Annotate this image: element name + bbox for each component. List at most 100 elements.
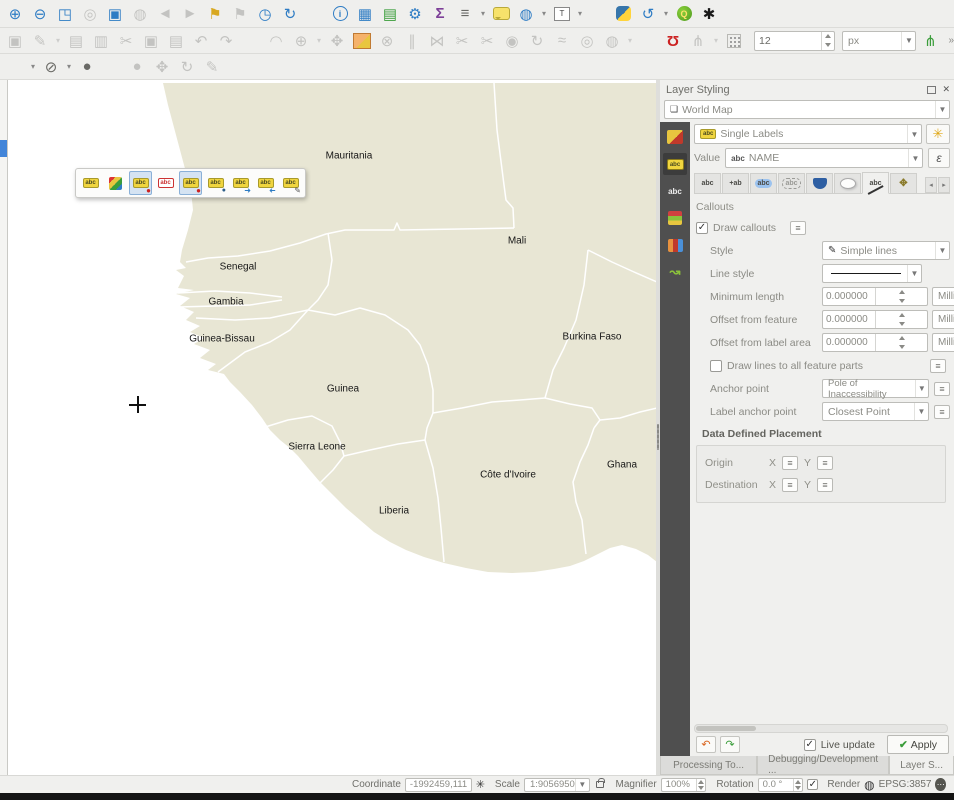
mouse-tracking-icon[interactable]: ✳ <box>476 778 485 791</box>
toggle-editing-icon[interactable]: ✎ <box>29 31 51 51</box>
tab-debugging-development[interactable]: Debugging/Development ... <box>757 756 889 775</box>
coordinate-input[interactable] <box>406 779 471 790</box>
zoom-next-icon[interactable]: ► <box>179 4 201 24</box>
draw-lines-checkbox[interactable] <box>710 360 722 372</box>
map-tips-icon[interactable] <box>490 4 512 24</box>
label-type-combo[interactable]: abc Single Labels ▼ <box>694 124 922 144</box>
tab-scroll-left-icon[interactable]: ◂ <box>925 177 937 193</box>
messages-icon[interactable]: ⋯ <box>935 778 946 791</box>
toolbar-overflow-icon[interactable]: » <box>948 35 954 46</box>
data-defined-override-icon[interactable] <box>782 456 798 470</box>
undock-icon[interactable] <box>927 86 936 94</box>
delete-selected-icon[interactable]: ▥ <box>90 31 112 51</box>
labeling-pin-icon[interactable]: ● <box>76 57 98 77</box>
text-annotation-icon[interactable] <box>551 4 573 24</box>
tab-layer-styling[interactable]: Layer S... <box>889 756 954 775</box>
digitize-curve-icon[interactable]: ◠ <box>265 31 287 51</box>
3d-view-tab-icon[interactable] <box>663 207 687 229</box>
labeling-none-icon[interactable]: ⊘ <box>40 57 62 77</box>
save-edits-icon[interactable]: ▣ <box>4 31 26 51</box>
crs-value[interactable]: EPSG:3857 <box>879 779 932 790</box>
paste-features-icon[interactable]: ▤ <box>165 31 187 51</box>
spin-arrows[interactable] <box>821 32 834 50</box>
data-defined-override-icon[interactable] <box>782 478 798 492</box>
tab-placement[interactable]: ✥ <box>890 173 917 193</box>
pin-diagram-button[interactable]: abc● <box>179 171 202 195</box>
coordinate-box[interactable] <box>405 778 472 792</box>
copy-features-icon[interactable]: ▣ <box>140 31 162 51</box>
data-defined-override-icon[interactable] <box>817 456 833 470</box>
geocode-icon[interactable]: ◍ <box>515 4 537 24</box>
close-icon[interactable]: ✕ <box>942 84 950 95</box>
crs-globe-icon[interactable]: ◍ <box>864 778 874 792</box>
label-anchor-combo[interactable]: Closest Point ▼ <box>822 402 929 421</box>
layers-panel-sliver[interactable] <box>0 80 8 775</box>
merge-features-icon[interactable]: ◉ <box>501 31 523 51</box>
new-bookmark-icon[interactable]: ⚑ <box>204 4 226 24</box>
simplify-feature-icon[interactable]: ≈ <box>551 31 573 51</box>
attribute-table-icon[interactable]: ▦ <box>354 4 376 24</box>
labeling-dropdown-icon[interactable]: ▾ <box>65 57 73 77</box>
automated-placement-button[interactable]: ✳ <box>926 124 950 144</box>
edit-dropdown-icon[interactable]: ▾ <box>54 31 62 51</box>
toggle-label-visibility-button[interactable]: abc● <box>204 171 227 195</box>
change-label-icon[interactable]: ✎ <box>201 57 223 77</box>
live-update-checkbox[interactable]: ✓ <box>804 739 816 751</box>
history-tab-icon[interactable]: ↝ <box>663 261 687 283</box>
redo-style-button[interactable]: ↷ <box>720 736 740 753</box>
move-feature-icon[interactable]: ✥ <box>326 31 348 51</box>
node-tool-icon[interactable]: ⋔ <box>919 31 941 51</box>
pin-unpin-labels-button[interactable]: abc● <box>129 171 152 195</box>
split-features-icon[interactable]: ✂ <box>451 31 473 51</box>
ruler-highlighted-icon[interactable] <box>351 31 373 51</box>
tab-mask[interactable]: abc <box>778 173 805 193</box>
callout-style-combo[interactable]: ✎ Simple lines ▼ <box>822 241 950 260</box>
highlight-pinned-labels-button[interactable]: abc <box>79 171 102 195</box>
zoom-last-icon[interactable]: ◄ <box>154 4 176 24</box>
refresh-icon[interactable]: ↻ <box>279 4 301 24</box>
processing-history-icon[interactable]: ↺ <box>637 4 659 24</box>
render-checkbox[interactable]: ✓ <box>807 779 818 790</box>
delete-part-icon[interactable]: ◍ <box>601 31 623 51</box>
symbology-tab-icon[interactable] <box>663 126 687 148</box>
modify-attributes-icon[interactable]: ▤ <box>65 31 87 51</box>
toolbar-separator[interactable] <box>304 4 326 24</box>
redo-icon[interactable]: ↷ <box>215 31 237 51</box>
mask-tab-icon[interactable]: abc <box>663 180 687 202</box>
move-label-icon[interactable]: ✥ <box>151 57 173 77</box>
add-feature-dropdown-icon[interactable]: ▾ <box>315 31 323 51</box>
tab-shadow[interactable] <box>834 173 861 193</box>
scale-combo[interactable]: 1:9056950 ▼ <box>524 778 590 792</box>
zoom-to-selection-icon[interactable]: ◎ <box>79 4 101 24</box>
data-defined-override-icon[interactable] <box>934 405 950 419</box>
labels-tab-icon[interactable]: abc <box>663 153 687 175</box>
zoom-full-icon[interactable]: ◳ <box>54 4 76 24</box>
measure-dropdown-icon[interactable]: ▾ <box>479 4 487 24</box>
toolbar-separator[interactable] <box>240 31 262 51</box>
highlight-pinned-labels-icon[interactable]: ● <box>126 57 148 77</box>
toolbar-separator[interactable] <box>587 4 609 24</box>
rotate-label-icon[interactable]: ↻ <box>176 57 198 77</box>
vertex-dropdown-icon[interactable]: ▾ <box>626 31 634 51</box>
zoom-to-layer-icon[interactable]: ▣ <box>104 4 126 24</box>
add-feature-icon[interactable]: ⊕ <box>290 31 312 51</box>
spin-arrows[interactable] <box>793 779 803 791</box>
toggle-unplaced-labels-button[interactable] <box>104 171 127 195</box>
offset-curve-icon[interactable]: ∥ <box>401 31 423 51</box>
expression-builder-button[interactable]: ε <box>928 148 950 168</box>
move-label-button[interactable]: abc➜ <box>229 171 252 195</box>
line-style-combo[interactable]: ▼ <box>822 264 922 283</box>
labeling-options-dropdown-icon[interactable]: ▾ <box>29 57 37 77</box>
toolbar-separator[interactable] <box>637 31 659 51</box>
snapping-magnet-icon[interactable]: Ω <box>662 31 684 51</box>
split-parts-icon[interactable]: ✂ <box>476 31 498 51</box>
tracing-dropdown-icon[interactable]: ▾ <box>712 31 720 51</box>
delete-ring-icon[interactable]: ◎ <box>576 31 598 51</box>
reshape-features-icon[interactable]: ⋈ <box>426 31 448 51</box>
debug-bug-icon[interactable]: ✱ <box>698 4 720 24</box>
value-field-combo[interactable]: abc NAME ▼ <box>725 148 923 168</box>
apply-button[interactable]: ✔ Apply <box>887 735 949 754</box>
snapping-tolerance-input[interactable] <box>755 32 821 50</box>
snapping-tolerance-spinner[interactable] <box>754 31 835 51</box>
magnifier-box[interactable] <box>661 778 707 792</box>
